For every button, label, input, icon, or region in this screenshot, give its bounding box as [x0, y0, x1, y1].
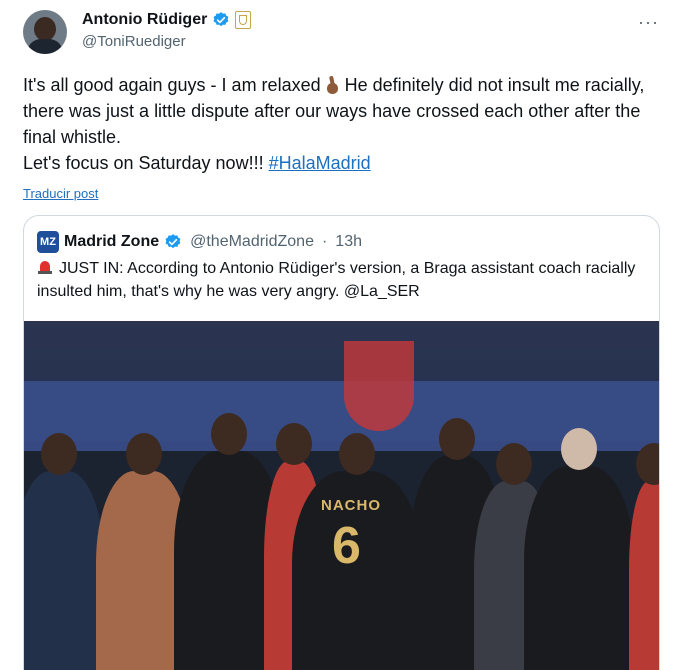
quoted-tweet-text: JUST IN: According to Antonio Rüdiger's … — [37, 257, 649, 303]
avatar-shirt — [27, 39, 63, 54]
author-row: Antonio Rüdiger — [82, 10, 252, 30]
author-handle[interactable]: @ToniRuediger — [82, 33, 186, 50]
quoted-timestamp[interactable]: 13h — [335, 233, 362, 251]
author-avatar[interactable] — [23, 10, 67, 54]
photo-player — [629, 443, 659, 670]
quoted-tweet-card[interactable]: MZ Madrid Zone @theMadridZone · 13h JUST… — [23, 215, 660, 670]
madrid-zone-logo: MZ — [37, 231, 59, 253]
tweet-text: It's all good again guys - I am relaxed H… — [23, 72, 663, 176]
tweet-text-part-3: Let's focus on Saturday now!!! — [23, 153, 264, 173]
author-name[interactable]: Antonio Rüdiger — [82, 11, 207, 29]
jersey-name: NACHO — [321, 497, 381, 514]
verified-badge-icon — [165, 234, 181, 249]
siren-icon — [37, 259, 53, 275]
quoted-author-handle[interactable]: @theMadridZone — [190, 233, 314, 251]
photo-player — [24, 433, 104, 670]
real-madrid-crest-icon — [235, 11, 252, 29]
quoted-author-name[interactable]: Madrid Zone — [64, 233, 159, 251]
jersey-number: 6 — [332, 517, 361, 575]
tweet-paragraph-1: It's all good again guys - I am relaxed H… — [23, 72, 663, 150]
more-options-icon[interactable]: ··· — [638, 12, 659, 33]
hashtag-link[interactable]: #HalaMadrid — [269, 153, 371, 173]
avatar-head — [34, 17, 56, 41]
crossed-fingers-icon — [325, 76, 339, 94]
photo-player — [524, 428, 634, 670]
meta-separator: · — [321, 233, 328, 250]
quoted-tweet-header: MZ Madrid Zone @theMadridZone · 13h — [37, 231, 362, 253]
tweet-text-part-1: It's all good again guys - I am relaxed — [23, 75, 321, 95]
tweet-paragraph-2: Let's focus on Saturday now!!! #HalaMadr… — [23, 150, 663, 176]
translate-post-link[interactable]: Traducir post — [23, 186, 98, 201]
quoted-text-body: JUST IN: According to Antonio Rüdiger's … — [37, 260, 636, 300]
photo-stadium-crest — [344, 341, 414, 431]
verified-badge-icon — [213, 12, 229, 27]
quoted-tweet-photo[interactable]: NACHO 6 — [24, 321, 659, 670]
